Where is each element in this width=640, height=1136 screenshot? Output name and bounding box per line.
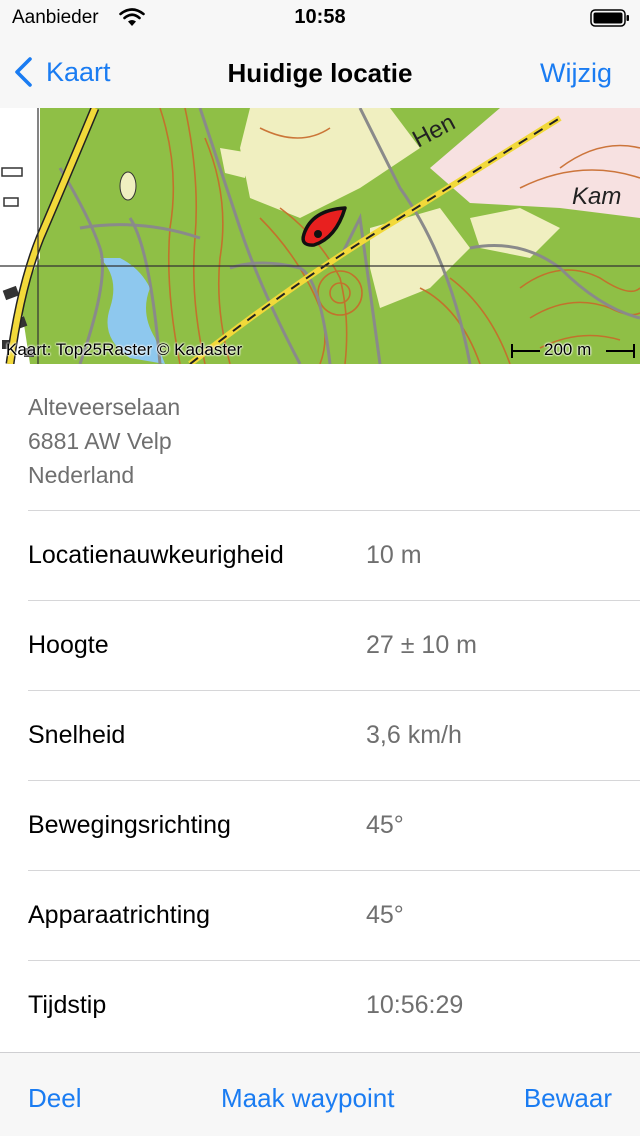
detail-value: 10:56:29 — [366, 991, 464, 1019]
save-button[interactable]: Bewaar — [524, 1083, 612, 1114]
location-details-list: Locatienauwkeurigheid 10 m Hoogte 27 ± 1… — [0, 511, 640, 1051]
map-view[interactable]: Hen Kam — [0, 108, 640, 364]
detail-label: Bewegingsrichting — [28, 811, 231, 839]
status-time: 10:58 — [294, 6, 346, 28]
detail-row-altitude: Hoogte 27 ± 10 m — [0, 601, 640, 691]
detail-value: 45° — [366, 901, 404, 929]
detail-label: Snelheid — [28, 721, 126, 749]
map-attribution: Kaart: Top25Raster © Kadaster — [6, 340, 243, 359]
detail-value: 45° — [366, 811, 404, 839]
address-country: Nederland — [28, 462, 135, 488]
map-street-label-2: Kam — [572, 183, 621, 210]
navigation-bar: Kaart Huidige locatie Wijzig — [0, 38, 640, 108]
status-bar: Aanbieder 10:58 — [0, 0, 640, 38]
detail-label: Hoogte — [28, 631, 109, 659]
detail-label: Locatienauwkeurigheid — [28, 541, 284, 569]
share-button[interactable]: Deel — [28, 1083, 81, 1114]
detail-row-course: Bewegingsrichting 45° — [0, 781, 640, 871]
detail-value: 27 ± 10 m — [366, 631, 477, 659]
detail-label: Tijdstip — [28, 991, 107, 1019]
battery-icon — [590, 9, 629, 27]
detail-row-timestamp: Tijdstip 10:56:29 — [0, 961, 640, 1051]
detail-value: 10 m — [366, 541, 422, 569]
detail-row-speed: Snelheid 3,6 km/h — [0, 691, 640, 781]
detail-label: Apparaatrichting — [28, 901, 211, 929]
make-waypoint-button[interactable]: Maak waypoint — [221, 1083, 394, 1114]
chevron-left-icon — [15, 57, 32, 87]
back-button[interactable]: Kaart — [12, 54, 111, 90]
bottom-toolbar: Deel Maak waypoint Bewaar — [0, 1052, 640, 1136]
back-button-label: Kaart — [46, 56, 111, 87]
detail-row-accuracy: Locatienauwkeurigheid 10 m — [0, 511, 640, 601]
address-block: Alteveerselaan 6881 AW Velp Nederland — [28, 390, 628, 492]
map-canvas: Hen Kam — [0, 108, 640, 364]
edit-button[interactable]: Wijzig — [540, 58, 612, 89]
address-street: Alteveerselaan — [28, 394, 181, 420]
detail-value: 3,6 km/h — [366, 721, 462, 749]
screen: Aanbieder 10:58 Kaart Huidige locatie Wi… — [0, 0, 640, 1136]
address-postal-city: 6881 AW Velp — [28, 428, 172, 454]
map-scale-label: 200 m — [544, 340, 592, 359]
detail-row-heading: Apparaatrichting 45° — [0, 871, 640, 961]
